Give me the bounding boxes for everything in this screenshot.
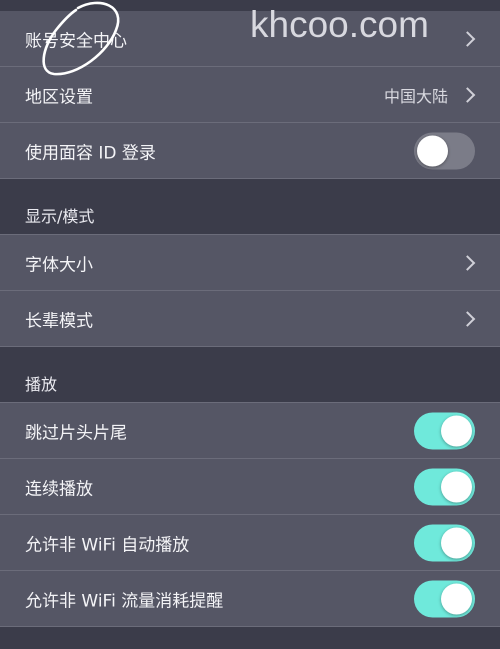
skip-intro-outro-toggle[interactable] [414,412,475,449]
continuous-play-row: 连续播放 [0,459,500,514]
data-usage-reminder-row: 允许非 WiFi 流量消耗提醒 [0,571,500,626]
toggle-knob [417,135,448,166]
toggle-knob [441,527,472,558]
skip-intro-outro-label: 跳过片头片尾 [25,423,127,443]
font-size-label: 字体大小 [25,255,93,275]
region-settings-label: 地区设置 [25,87,93,107]
data-usage-reminder-toggle[interactable] [414,580,475,617]
toggle-knob [441,471,472,502]
autoplay-non-wifi-toggle[interactable] [414,524,475,561]
scribble-annotation [42,1,120,76]
toggle-knob [441,415,472,446]
region-settings-value: 中国大陆 [383,86,448,106]
chevron-right-icon [459,30,476,47]
face-id-login-row: 使用面容 ID 登录 [0,123,500,178]
watermark-text: khcoo.com [250,4,429,45]
display-mode-section-header: 显示/模式 [0,179,500,234]
toggle-knob [441,583,472,614]
face-id-login-toggle[interactable] [414,132,475,169]
font-size-row[interactable]: 字体大小 [0,235,500,290]
elder-mode-label: 长辈模式 [25,311,93,331]
continuous-play-label: 连续播放 [25,479,93,499]
face-id-login-label: 使用面容 ID 登录 [25,143,156,163]
playback-section-header: 播放 [0,347,500,402]
chevron-right-icon [459,254,476,271]
continuous-play-toggle[interactable] [414,468,475,505]
skip-intro-outro-row: 跳过片头片尾 [0,403,500,458]
playback-section-title: 播放 [25,375,58,394]
display-mode-section-title: 显示/模式 [25,207,95,226]
autoplay-non-wifi-row: 允许非 WiFi 自动播放 [0,515,500,570]
data-usage-reminder-label: 允许非 WiFi 流量消耗提醒 [25,591,224,611]
chevron-right-icon [459,310,476,327]
settings-screen: 账号安全中心 地区设置 中国大陆 使用面容 ID 登录 显示/模式 字体大小 长… [0,0,500,649]
autoplay-non-wifi-label: 允许非 WiFi 自动播放 [25,535,190,555]
chevron-right-icon [459,86,476,103]
divider [0,626,500,627]
elder-mode-row[interactable]: 长辈模式 [0,291,500,346]
